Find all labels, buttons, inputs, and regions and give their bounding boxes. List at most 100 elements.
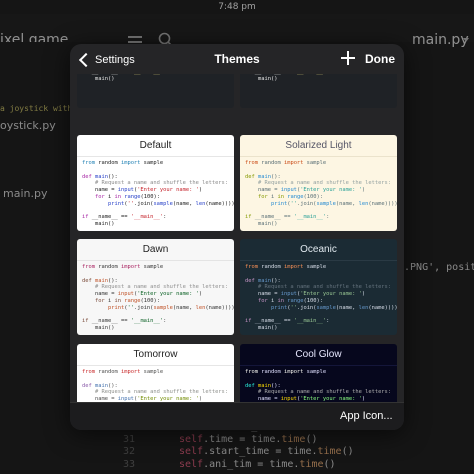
- code-token: import: [283, 369, 304, 375]
- code-token: ): [361, 291, 366, 298]
- theme-name: Cool Glow: [240, 344, 397, 366]
- theme-name: Solarized Light: [240, 135, 397, 157]
- code-token: # Request a name and shuffle the letters…: [82, 389, 229, 396]
- code-line: name = input('Enter your name: '): [245, 187, 392, 194]
- code-token: name =: [82, 187, 118, 194]
- code-line: # Request a name and shuffle the letters…: [82, 389, 229, 396]
- code-token: import: [283, 160, 304, 166]
- theme-name: Tomorrow: [77, 344, 234, 366]
- code-line: main(): [245, 76, 392, 83]
- done-button[interactable]: Done: [365, 52, 395, 66]
- code-token: main(): [82, 76, 115, 83]
- code-token: # Request a name and shuffle the letters…: [245, 389, 392, 396]
- code-token: (name,: [335, 304, 359, 311]
- code-line: for i in range(100):: [82, 298, 229, 305]
- code-token: (name)))): [205, 200, 234, 207]
- theme-preview-code: from random import sample def main(): # …: [77, 366, 234, 402]
- code-token: main: [91, 277, 108, 284]
- code-token: # Request a name and shuffle the letters…: [245, 180, 392, 187]
- code-token: 'Enter your name: ': [300, 187, 362, 194]
- code-line: print(''.join(sample(name, len(name)))): [82, 201, 234, 208]
- theme-card-oceanic[interactable]: Oceanic from random import sample def mai…: [240, 239, 397, 335]
- code-token: random: [94, 264, 121, 270]
- code-line: # Request a name and shuffle the letters…: [245, 180, 392, 187]
- code-token: (name)))): [205, 304, 234, 311]
- code-token: random: [257, 369, 284, 375]
- code-line: from random import sample: [82, 160, 229, 167]
- theme-card-default[interactable]: Default from random import sample def mai…: [77, 135, 234, 231]
- theme-card-dawn[interactable]: Dawn from random import sample def main()…: [77, 239, 234, 335]
- theme-card-cool-glow[interactable]: Cool Glow from random import sample def m…: [240, 344, 397, 402]
- app-icon-button[interactable]: App Icon...: [340, 410, 393, 422]
- code-line: def main():: [245, 174, 392, 181]
- code-token: import: [120, 160, 141, 166]
- code-line: def main():: [245, 278, 392, 285]
- code-token: def: [245, 277, 255, 284]
- code-token: main(): [82, 221, 115, 228]
- code-token: def: [82, 173, 92, 180]
- code-token: len: [195, 304, 206, 311]
- code-token: name =: [245, 291, 281, 298]
- code-token: from: [245, 264, 258, 270]
- theme-card-dark-top-right[interactable]: from random import sample def main(): # …: [240, 74, 397, 108]
- code-token: from: [82, 369, 95, 375]
- code-token: __name__ ==: [251, 214, 294, 221]
- theme-preview-code: from random import sample def main(): # …: [77, 74, 234, 108]
- theme-preview-code: from random import sample def main(): # …: [240, 157, 397, 231]
- code-line: from random import sample: [245, 160, 392, 167]
- code-token: :: [163, 74, 166, 75]
- code-token: from: [245, 160, 258, 166]
- code-token: sample: [316, 200, 336, 207]
- code-token: ():: [107, 277, 118, 284]
- code-token: .join(: [133, 304, 154, 311]
- theme-name: Default: [77, 135, 234, 157]
- code-line: # Request a name and shuffle the letters…: [245, 389, 392, 396]
- theme-preview-code: from random import sample def main(): # …: [240, 74, 397, 108]
- code-token: range: [287, 297, 304, 304]
- code-token: def: [245, 173, 255, 180]
- code-token: '__main__': [293, 214, 327, 221]
- code-token: :: [163, 214, 167, 221]
- code-token: for: [257, 193, 268, 200]
- code-line: # Request a name and shuffle the letters…: [82, 284, 229, 291]
- code-token: input: [117, 291, 134, 298]
- code-line: if __name__ == '__main__':: [82, 214, 229, 221]
- code-token: name =: [245, 187, 281, 194]
- theme-grid[interactable]: from random import sample def main(): # …: [70, 74, 404, 402]
- theme-card-dark-top-left[interactable]: from random import sample def main(): # …: [77, 74, 234, 108]
- code-token: import: [283, 264, 304, 270]
- code-line: for i in range(100):: [82, 194, 229, 201]
- code-token: main(): [245, 76, 278, 83]
- code-token: input: [280, 187, 297, 194]
- code-token: (name,: [335, 200, 359, 207]
- code-line: main(): [245, 325, 392, 332]
- code-line: for i in range(100):: [245, 194, 392, 201]
- code-token: print: [107, 304, 125, 311]
- code-token: (name,: [172, 304, 196, 311]
- code-line: for i in range(100):: [245, 298, 392, 305]
- add-theme-button[interactable]: [341, 51, 355, 65]
- code-token: sample: [303, 264, 327, 270]
- code-token: main: [254, 382, 271, 389]
- code-token: .join(: [296, 304, 317, 311]
- theme-card-solarized-light[interactable]: Solarized Light from random import sample…: [240, 135, 397, 231]
- code-line: from random import sample: [82, 369, 229, 376]
- code-line: print(''.join(sample(name, len(name)))): [245, 304, 397, 312]
- code-token: __name__ ==: [252, 74, 294, 75]
- app-icon-row[interactable]: App Icon...: [70, 402, 404, 430]
- theme-card-tomorrow[interactable]: Tomorrow from random import sample def ma…: [77, 344, 234, 402]
- code-token: for: [94, 297, 105, 304]
- code-line: main(): [82, 76, 229, 83]
- code-token: __name__ ==: [251, 318, 294, 325]
- code-token: main(): [82, 325, 115, 332]
- code-token: '__main__': [130, 318, 164, 325]
- code-line: main(): [245, 221, 392, 228]
- code-token: main: [91, 382, 108, 389]
- code-line: if __name__ == '__main__':: [82, 318, 229, 325]
- code-token: ): [198, 291, 203, 298]
- code-token: (name)))): [368, 304, 397, 311]
- code-token: def: [82, 277, 92, 284]
